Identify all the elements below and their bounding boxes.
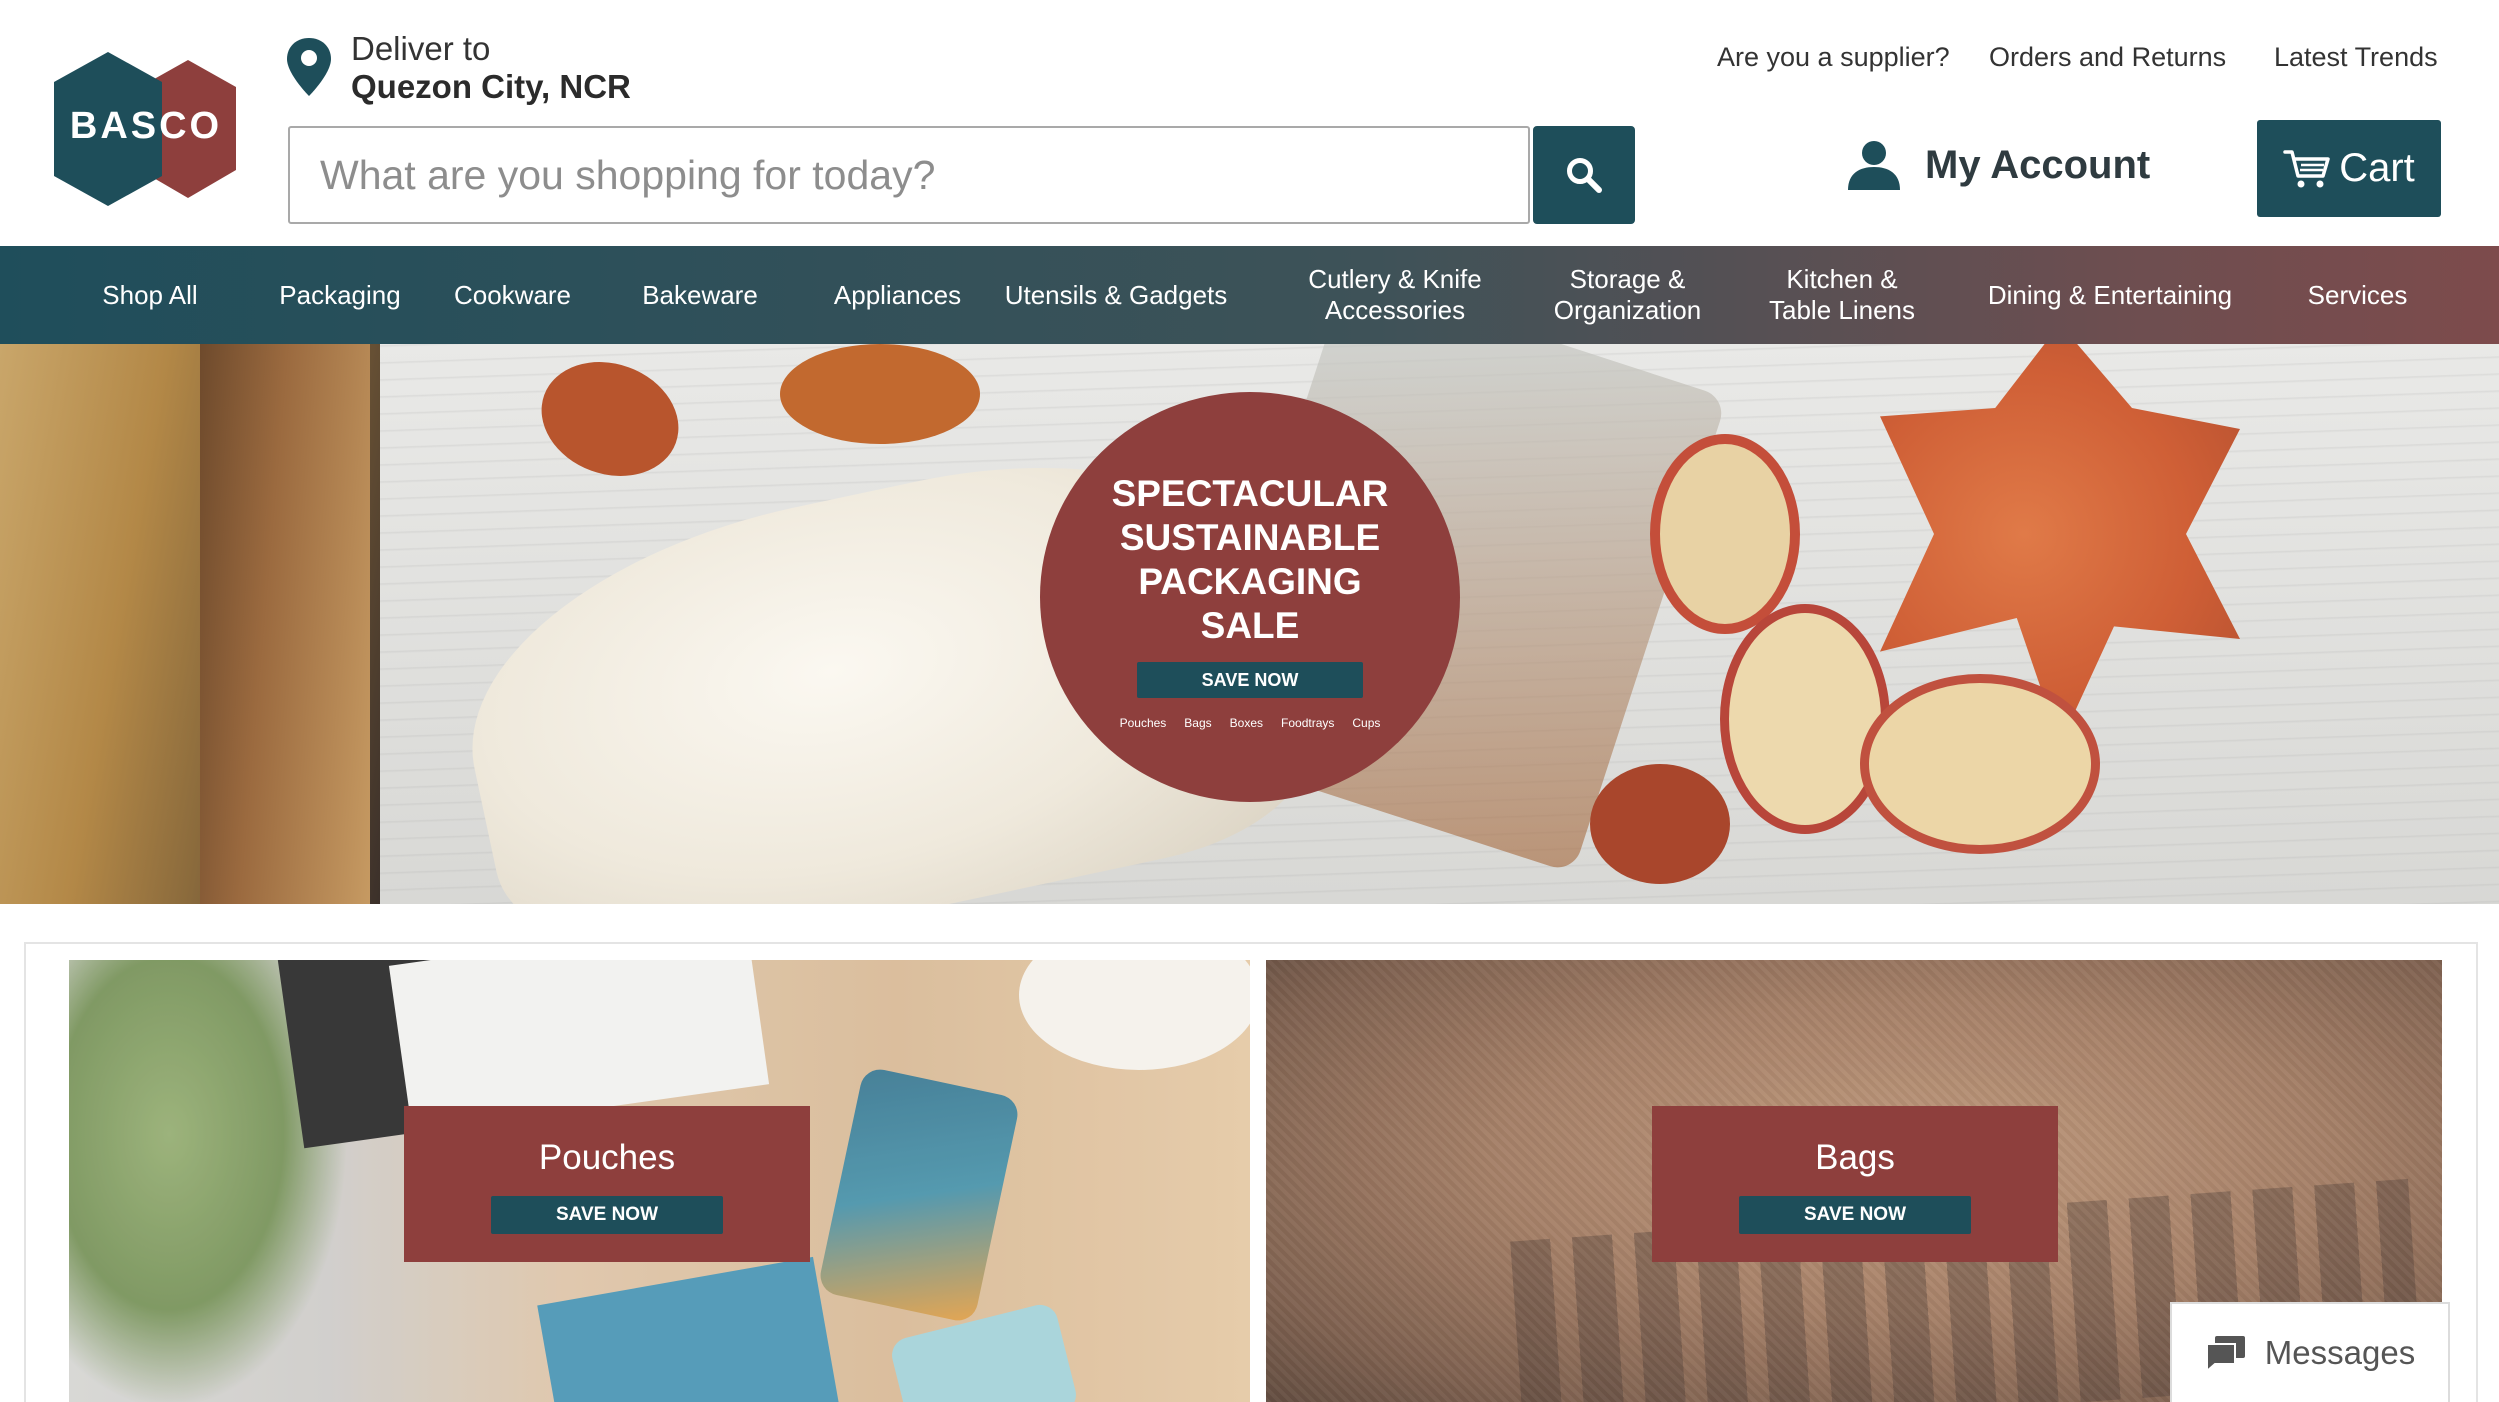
hero-dried-fruit-image xyxy=(780,344,980,444)
cart-label: Cart xyxy=(2339,146,2415,190)
nav-item-bakeware[interactable]: Bakeware xyxy=(625,246,775,344)
search-button[interactable] xyxy=(1533,126,1635,224)
nav-item-services[interactable]: Services xyxy=(2290,246,2425,344)
nav-item-appliances[interactable]: Appliances xyxy=(820,246,975,344)
category-nav: Shop All Packaging Cookware Bakeware App… xyxy=(0,246,2499,344)
bags-title: Bags xyxy=(1815,1138,1895,1177)
promo-link-boxes[interactable]: Boxes xyxy=(1230,716,1263,730)
nav-item-utensils-gadgets[interactable]: Utensils & Gadgets xyxy=(996,246,1236,344)
hero-dried-fruit-image xyxy=(525,344,695,495)
search-input[interactable] xyxy=(288,126,1530,224)
hero-dried-fruit-image xyxy=(1590,764,1730,884)
messages-widget[interactable]: Messages xyxy=(2170,1302,2450,1402)
promo-save-now-button[interactable]: SAVE NOW xyxy=(1137,662,1363,698)
messages-label: Messages xyxy=(2264,1334,2416,1371)
promo-link-foodtrays[interactable]: Foodtrays xyxy=(1281,716,1334,730)
orders-returns-link[interactable]: Orders and Returns xyxy=(1989,42,2226,73)
hero-book-spine-image xyxy=(200,344,370,904)
nav-item-storage[interactable]: Storage & Organization xyxy=(1540,246,1715,344)
pouches-tile[interactable]: Pouches SAVE NOW xyxy=(69,960,1250,1402)
promo-circle: SPECTACULAR SUSTAINABLE PACKAGING SALE S… xyxy=(1040,392,1460,802)
my-account-button[interactable]: My Account xyxy=(1845,140,2150,190)
cart-button[interactable]: Cart xyxy=(2257,120,2441,217)
latest-trends-link[interactable]: Latest Trends xyxy=(2274,42,2438,73)
search-icon xyxy=(1567,158,1602,193)
hero-dried-fruit-image xyxy=(1860,674,2100,854)
top-links: Are you a supplier? Orders and Returns L… xyxy=(0,42,2499,82)
promo-category-links: Pouches Bags Boxes Foodtrays Cups xyxy=(1120,716,1381,730)
hero-dried-fruit-image xyxy=(1650,434,1800,634)
nav-item-kitchen-linens[interactable]: Kitchen & Table Linens xyxy=(1752,246,1932,344)
logo-text: BASCO xyxy=(70,105,222,147)
cart-icon xyxy=(2283,149,2330,187)
nav-item-cookware[interactable]: Cookware xyxy=(440,246,585,344)
chat-icon xyxy=(2205,1336,2245,1372)
supplier-link[interactable]: Are you a supplier? xyxy=(1717,42,1950,73)
bags-save-now-button[interactable]: SAVE NOW xyxy=(1739,1196,1971,1234)
nav-item-packaging[interactable]: Packaging xyxy=(260,246,420,344)
pouches-card: Pouches SAVE NOW xyxy=(404,1106,810,1262)
nav-item-shop-all[interactable]: Shop All xyxy=(70,246,230,344)
my-account-label: My Account xyxy=(1925,142,2151,187)
hero-dried-fruit-image xyxy=(1720,604,1890,834)
bags-card: Bags SAVE NOW xyxy=(1652,1106,2058,1262)
pouches-title: Pouches xyxy=(538,1138,676,1177)
nav-item-dining[interactable]: Dining & Entertaining xyxy=(1980,246,2240,344)
nav-item-cutlery-knife[interactable]: Cutlery & Knife Accessories xyxy=(1280,246,1510,344)
promo-link-pouches[interactable]: Pouches xyxy=(1120,716,1167,730)
site-header: BASCO Deliver to Quezon City, NCR Are yo… xyxy=(0,0,2499,246)
promo-link-bags[interactable]: Bags xyxy=(1184,716,1211,730)
user-icon xyxy=(1848,141,1900,190)
promo-link-cups[interactable]: Cups xyxy=(1352,716,1380,730)
promo-title: SPECTACULAR SUSTAINABLE PACKAGING SALE xyxy=(1111,473,1389,646)
pouches-save-now-button[interactable]: SAVE NOW xyxy=(491,1196,723,1234)
